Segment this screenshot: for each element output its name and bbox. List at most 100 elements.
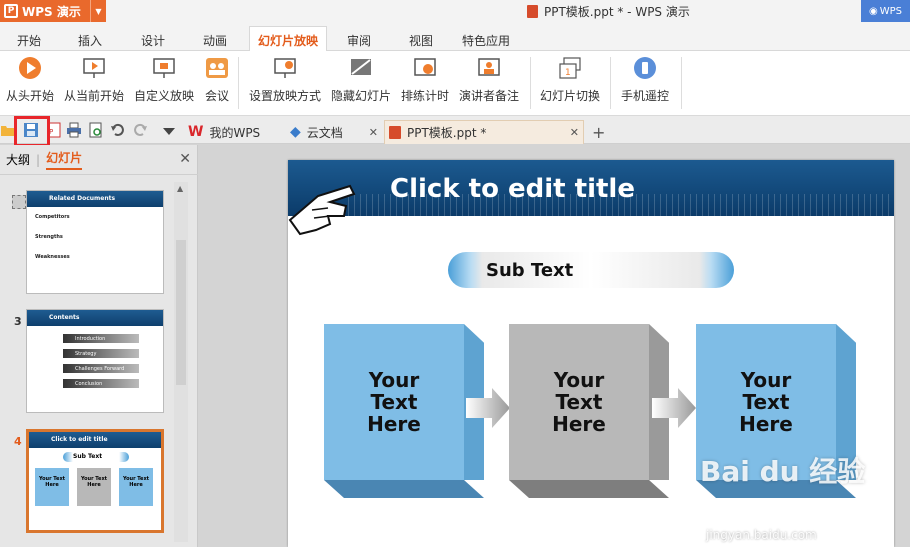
close-icon[interactable]: ✕: [369, 126, 378, 139]
ppt-file-icon: [389, 126, 401, 139]
box-bottom: [324, 480, 484, 498]
ribbon-divider: [530, 57, 531, 109]
wps-logo-icon: P: [4, 4, 18, 18]
box-line: Here: [739, 412, 793, 436]
ribbon-divider: [238, 57, 239, 109]
custom-show-button[interactable]: 自定义放映: [134, 55, 194, 104]
slide-number: 4: [14, 435, 22, 448]
thumb-item: Competitors: [35, 214, 70, 220]
menu-view[interactable]: 视图: [409, 32, 433, 49]
tab-ppt-template[interactable]: PPT模板.ppt * ✕: [384, 120, 584, 144]
tab-divider: |: [36, 152, 41, 167]
slide-thumbnail-2[interactable]: Related Documents Competitors Strengths …: [26, 190, 164, 294]
box-line: Here: [367, 412, 421, 436]
menu-design[interactable]: 设计: [141, 32, 165, 49]
account-icon: ◉: [869, 5, 878, 17]
slide-thumbnail-4[interactable]: Click to edit title Sub Text Your Text H…: [26, 429, 164, 533]
title-bar: P WPS 演示 ▼ PPT模板.ppt * - WPS 演示 ◉ WPS: [0, 0, 910, 26]
subtext-label: Sub Text: [486, 259, 574, 281]
close-icon[interactable]: ✕: [570, 126, 579, 139]
menu-review[interactable]: 审阅: [347, 32, 371, 49]
slides-panel: 大纲 | 幻灯片 ✕ Related Documents Competitors…: [0, 145, 198, 547]
slide-thumb-icon: [12, 195, 26, 209]
thumb-item: Introduction: [63, 334, 139, 343]
meeting-button[interactable]: 会议: [204, 55, 230, 104]
text-box-2[interactable]: Your Text Here: [509, 324, 669, 498]
thumb-item: Conclusion: [63, 379, 139, 388]
menu-bar: 开始 插入 设计 动画 幻灯片放映 审阅 视图 特色应用: [0, 26, 910, 52]
menu-animation[interactable]: 动画: [203, 32, 227, 49]
menu-slideshow[interactable]: 幻灯片放映: [249, 26, 328, 52]
from-start-button[interactable]: 从头开始: [6, 55, 54, 104]
customize-dropdown-icon[interactable]: [163, 125, 179, 141]
baidu-watermark-logo: Bai du 经验: [700, 455, 866, 488]
tab-my-wps[interactable]: W 我的WPS: [184, 120, 284, 144]
box-line: Your: [368, 368, 420, 392]
thumb-item: Challenges Forward: [63, 364, 139, 373]
wps-account-button[interactable]: ◉ WPS: [861, 0, 910, 22]
right-arrow-icon: [466, 388, 510, 428]
save-highlight-box: [14, 116, 50, 147]
menu-insert[interactable]: 插入: [78, 32, 102, 49]
window-title: PPT模板.ppt * - WPS 演示: [527, 3, 690, 20]
cloud-cube-icon: ◆: [290, 124, 301, 140]
from-current-label: 从当前开始: [64, 89, 125, 103]
presenter-notes-button[interactable]: 演讲者备注: [459, 55, 519, 104]
plus-icon: +: [592, 122, 606, 142]
print-icon[interactable]: [66, 122, 82, 138]
thumb-item: Strengths: [35, 234, 63, 240]
from-current-button[interactable]: 从当前开始: [64, 55, 124, 104]
panel-tabs: 大纲 | 幻灯片: [0, 145, 198, 175]
tab-slides[interactable]: 幻灯片: [46, 149, 83, 170]
thumb-item: Strategy: [63, 349, 139, 358]
box-line: Text: [742, 390, 790, 414]
baidu-watermark-url: jingyan.baidu.com: [706, 528, 817, 542]
thumb-title: Contents: [27, 310, 163, 326]
undo-icon[interactable]: [110, 122, 126, 138]
slide-transition-label: 幻灯片切换: [540, 89, 601, 103]
box-front: Your Text Here: [509, 324, 649, 480]
tab-cloud-docs[interactable]: ◆ 云文档 ✕: [286, 120, 382, 144]
menu-start[interactable]: 开始: [17, 32, 41, 49]
presenter-icon: [476, 55, 502, 81]
redo-icon[interactable]: [132, 122, 148, 138]
scroll-up-icon[interactable]: ▲: [177, 184, 183, 193]
scrollbar-thumb[interactable]: [176, 240, 186, 385]
rehearse-button[interactable]: 排练计时: [401, 55, 449, 104]
hide-slide-button[interactable]: 隐藏幻灯片: [331, 55, 391, 104]
panel-scrollbar[interactable]: ▲: [174, 182, 188, 542]
box-line: Your: [553, 368, 605, 392]
subtext-pill[interactable]: Sub Text: [448, 252, 734, 288]
account-label: WPS: [879, 5, 902, 17]
tab-label: 云文档: [306, 125, 343, 140]
tab-outline[interactable]: 大纲: [6, 151, 30, 168]
from-start-label: 从头开始: [6, 89, 55, 103]
custom-show-label: 自定义放映: [134, 89, 195, 103]
box-line: Text: [370, 390, 418, 414]
phone-remote-icon: [632, 55, 658, 81]
thumb-box: Your Text Here: [119, 468, 153, 506]
slide-title[interactable]: Click to edit title: [390, 174, 635, 204]
phone-remote-label: 手机遥控: [621, 89, 670, 103]
slide-thumbnail-3[interactable]: Contents Introduction Strategy Challenge…: [26, 309, 164, 413]
new-tab-button[interactable]: +: [588, 120, 608, 144]
right-arrow-icon: [652, 388, 696, 428]
wps-w-icon: W: [188, 124, 204, 140]
phone-remote-button[interactable]: 手机遥控: [621, 55, 669, 104]
slide-title-bar: Click to edit title: [288, 160, 894, 216]
text-box-1[interactable]: Your Text Here: [324, 324, 484, 498]
thumb-title: Related Documents: [27, 191, 163, 207]
custom-show-icon: [151, 55, 177, 81]
menu-features[interactable]: 特色应用: [462, 32, 510, 49]
wps-menu-button[interactable]: P WPS 演示 ▼: [0, 0, 106, 22]
transition-icon: 1: [557, 55, 583, 81]
slide-number: 3: [14, 315, 22, 328]
slide-transition-button[interactable]: 1 幻灯片切换: [540, 55, 600, 104]
presenter-notes-label: 演讲者备注: [459, 89, 520, 103]
chevron-down-icon[interactable]: ▼: [90, 0, 106, 22]
print-preview-icon[interactable]: [88, 122, 104, 138]
setup-show-icon: [272, 55, 298, 81]
tab-label: 我的WPS: [209, 125, 261, 140]
close-icon[interactable]: ✕: [179, 151, 191, 167]
setup-show-button[interactable]: 设置放映方式: [249, 55, 321, 104]
